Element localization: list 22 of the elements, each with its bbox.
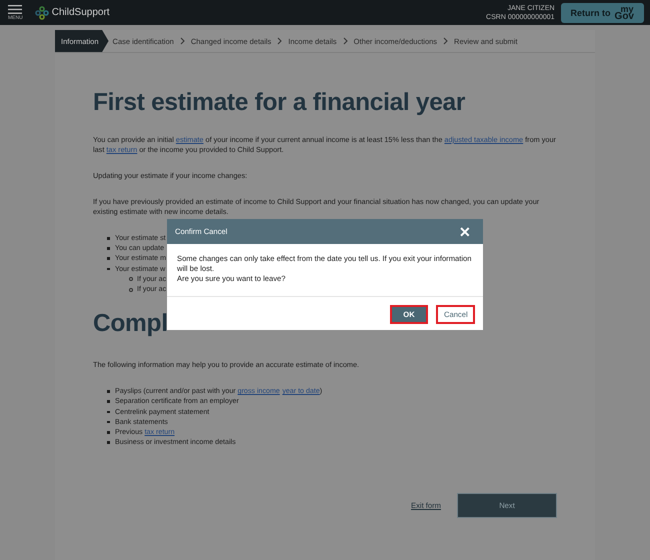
logo-icon [34, 6, 49, 20]
bullet-icon [107, 237, 110, 240]
bullet-icon [107, 247, 110, 250]
chevron-icon [277, 37, 282, 45]
page-heading: First estimate for a financial year [93, 89, 466, 117]
bullet-icon [107, 431, 110, 434]
bullet-icon [107, 257, 110, 260]
close-button[interactable]: ✕ [459, 224, 471, 238]
brand-name: ChildSupport [52, 7, 110, 18]
chevron-icon [180, 37, 185, 45]
bullet-icon [129, 288, 133, 292]
bullet-icon [107, 400, 110, 403]
bullet-icon [107, 441, 110, 444]
bullet-icon [107, 390, 110, 393]
chevron-icon [342, 37, 348, 45]
menu-icon[interactable] [8, 4, 22, 14]
bullet-icon [129, 277, 133, 282]
bullet-icon [107, 420, 110, 424]
page-heading: Compl [93, 310, 168, 338]
chevron-icon [443, 37, 448, 45]
bullet-icon [107, 410, 110, 414]
bullet-icon [107, 268, 110, 270]
